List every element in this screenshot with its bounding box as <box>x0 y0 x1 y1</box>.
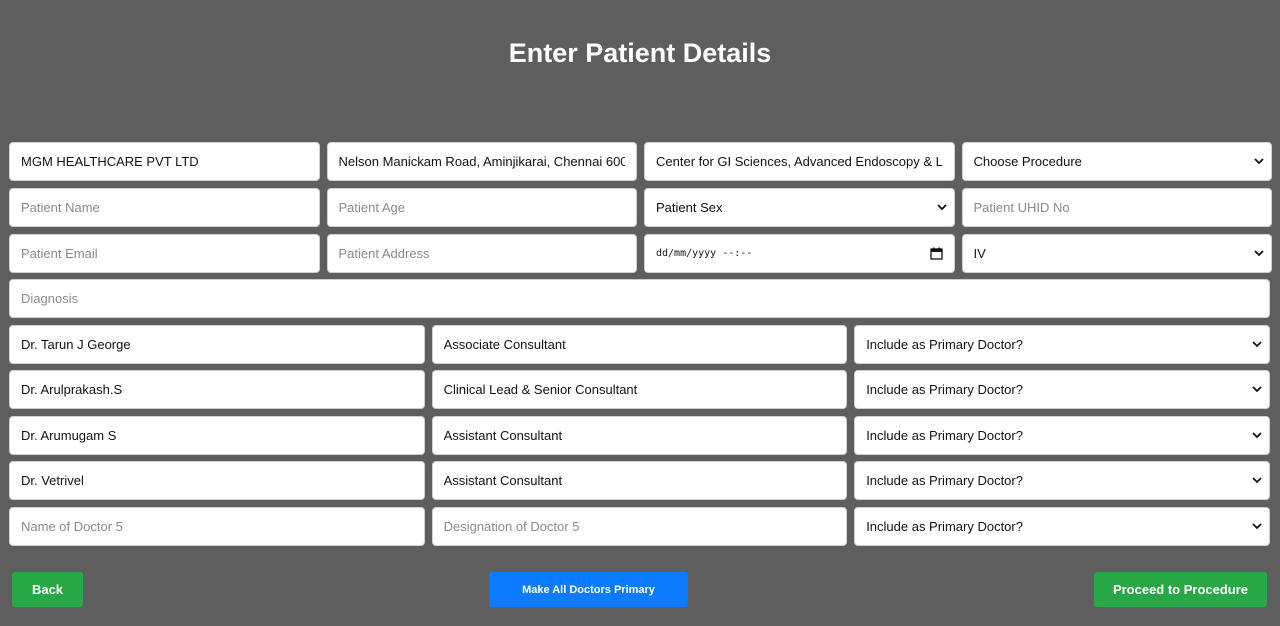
chevron-down-icon <box>1252 523 1262 530</box>
doctor-2-primary-select[interactable]: Include as Primary Doctor? <box>854 370 1270 409</box>
chevron-down-icon <box>1252 432 1262 439</box>
patient-name-input[interactable] <box>9 188 320 227</box>
calendar-icon[interactable] <box>929 247 943 260</box>
doctor-1-primary-select[interactable]: Include as Primary Doctor? <box>854 325 1270 364</box>
hospital-address-input[interactable] <box>326 142 637 181</box>
chevron-down-icon <box>936 204 947 211</box>
patient-sex-select[interactable]: Patient Sex <box>644 188 955 227</box>
patient-address-input[interactable] <box>326 234 637 273</box>
datetime-value: dd/mm/yyyy --:-- <box>656 248 753 259</box>
doctor-row: Include as Primary Doctor? <box>9 370 1270 409</box>
doctor-5-name-input[interactable] <box>9 507 425 546</box>
diagnosis-input[interactable] <box>9 279 1270 318</box>
doctor-row: Include as Primary Doctor? <box>9 416 1270 455</box>
doctor-3-name-input[interactable] <box>9 416 425 455</box>
doctor-row: Include as Primary Doctor? <box>9 461 1270 500</box>
primary-select-value: Include as Primary Doctor? <box>866 382 1023 397</box>
doctor-4-primary-select[interactable]: Include as Primary Doctor? <box>854 461 1270 500</box>
doctor-1-designation-input[interactable] <box>431 325 848 364</box>
doctor-4-designation-input[interactable] <box>431 461 848 500</box>
doctor-5-designation-input[interactable] <box>431 507 848 546</box>
chevron-down-icon <box>1254 250 1264 257</box>
doctor-1-name-input[interactable] <box>9 325 425 364</box>
page-title: Enter Patient Details <box>508 38 772 68</box>
route-select-value: IV <box>973 246 986 261</box>
make-all-doctors-primary-button[interactable]: Make All Doctors Primary <box>489 572 688 607</box>
patient-row-2: dd/mm/yyyy --:-- IV <box>9 234 1272 273</box>
doctor-row: Include as Primary Doctor? <box>9 325 1270 364</box>
procedure-select[interactable]: Choose Procedure <box>961 142 1272 181</box>
doctor-3-primary-select[interactable]: Include as Primary Doctor? <box>854 416 1270 455</box>
primary-select-value: Include as Primary Doctor? <box>866 337 1023 352</box>
patient-email-input[interactable] <box>9 234 320 273</box>
primary-select-value: Include as Primary Doctor? <box>866 473 1023 488</box>
back-button[interactable]: Back <box>12 572 83 607</box>
patient-row-1: Patient Sex <box>9 188 1272 227</box>
chevron-down-icon <box>1252 477 1262 484</box>
hospital-row: Choose Procedure <box>9 142 1272 181</box>
patient-uhid-input[interactable] <box>961 188 1272 227</box>
patient-sex-value: Patient Sex <box>656 200 723 215</box>
doctor-5-primary-select[interactable]: Include as Primary Doctor? <box>854 507 1270 546</box>
chevron-down-icon <box>1252 386 1262 393</box>
patient-age-input[interactable] <box>326 188 637 227</box>
doctor-4-name-input[interactable] <box>9 461 425 500</box>
proceed-to-procedure-button[interactable]: Proceed to Procedure <box>1094 572 1267 607</box>
chevron-down-icon <box>1252 341 1262 348</box>
chevron-down-icon <box>1254 158 1264 165</box>
hospital-name-input[interactable] <box>9 142 320 181</box>
primary-select-value: Include as Primary Doctor? <box>866 519 1023 534</box>
diagnosis-row <box>9 279 1270 318</box>
primary-select-value: Include as Primary Doctor? <box>866 428 1023 443</box>
route-select[interactable]: IV <box>961 234 1272 273</box>
doctor-3-designation-input[interactable] <box>431 416 848 455</box>
department-input[interactable] <box>644 142 955 181</box>
procedure-datetime-input[interactable]: dd/mm/yyyy --:-- <box>644 234 955 273</box>
procedure-select-value: Choose Procedure <box>973 154 1082 169</box>
doctor-row: Include as Primary Doctor? <box>9 507 1270 546</box>
doctor-2-name-input[interactable] <box>9 370 425 409</box>
doctor-2-designation-input[interactable] <box>431 370 848 409</box>
